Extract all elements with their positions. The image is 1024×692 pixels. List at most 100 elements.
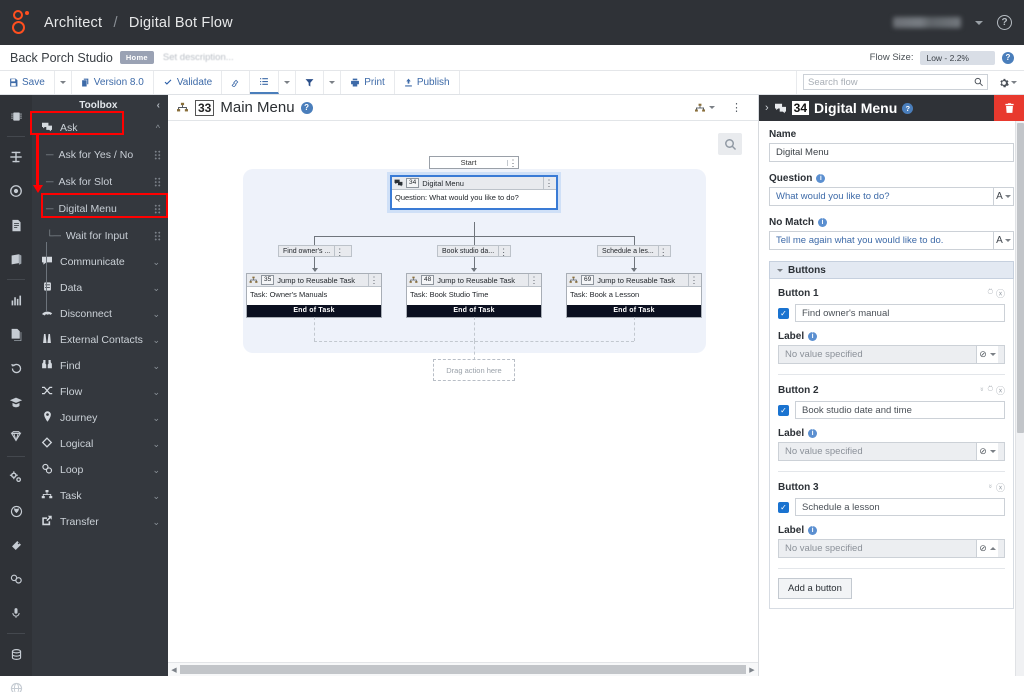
button-2-label-type-toggle[interactable]: ⊘ [976, 443, 998, 460]
drop-zone[interactable]: Drag action here [433, 359, 515, 381]
info-icon[interactable]: i [818, 218, 827, 227]
vertical-dots-icon[interactable]: ⋮ [507, 158, 518, 167]
question-mark-icon[interactable]: ? [902, 102, 914, 114]
tags-icon[interactable] [0, 562, 32, 596]
chevron-right-icon[interactable]: › [765, 102, 769, 114]
remove-icon[interactable]: ⓧ [996, 287, 1005, 300]
toolbox-group-journey[interactable]: Journey ⌄ [32, 405, 168, 431]
properties-vertical-scrollbar[interactable] [1015, 121, 1024, 676]
drag-handle-icon[interactable] [154, 149, 161, 160]
layout-button[interactable] [686, 103, 723, 113]
remove-icon[interactable]: ⓧ [996, 384, 1005, 397]
link-button[interactable] [222, 71, 251, 94]
flow-canvas[interactable]: Start ⋮ 34 Digital Menu ⋮ Question: What… [168, 121, 758, 662]
drag-handle-icon[interactable] [154, 230, 161, 241]
drag-handle-icon[interactable] [154, 176, 161, 187]
move-down-icon[interactable]: ⍥ [988, 287, 993, 300]
diamond-icon[interactable] [0, 419, 32, 453]
breadcrumb-section[interactable]: Digital Bot Flow [129, 15, 233, 31]
list-view-button[interactable] [250, 71, 280, 94]
drag-handle-icon[interactable] [154, 203, 161, 214]
toolbar-settings-button[interactable] [992, 71, 1024, 94]
scroll-track[interactable] [180, 665, 746, 674]
button-1-input[interactable]: Find owner's manual [795, 304, 1005, 322]
save-button[interactable]: Save [0, 71, 55, 94]
chevron-left-icon[interactable]: ‹ [157, 100, 160, 111]
move-down-icon[interactable]: ⍥ [988, 384, 993, 397]
buttons-section-header[interactable]: Buttons [769, 261, 1014, 279]
button-2-checkbox[interactable]: ✓ [778, 404, 789, 416]
question-input[interactable]: What would you like to do? A [769, 187, 1014, 206]
canvas-menu-button[interactable]: ⋮ [723, 102, 750, 113]
scroll-left-arrow-icon[interactable]: ◀ [168, 666, 180, 674]
move-up-icon[interactable]: ⍤ [988, 481, 993, 494]
vertical-dots-icon[interactable]: ⋮ [543, 177, 554, 189]
vertical-dots-icon[interactable]: ⋮ [368, 274, 379, 286]
database-icon[interactable] [0, 637, 32, 671]
target-icon[interactable] [0, 174, 32, 208]
toolbox-group-external-contacts[interactable]: External Contacts ⌄ [32, 327, 168, 353]
toolbox-item-ask-for-slot[interactable]: ─ Ask for Slot [32, 168, 168, 195]
node-start[interactable]: Start ⋮ [429, 156, 519, 169]
node-digital-menu[interactable]: 34 Digital Menu ⋮ Question: What would y… [390, 175, 558, 210]
validate-button[interactable]: Validate [154, 71, 223, 94]
nomatch-input[interactable]: Tell me again what you would like to do.… [769, 231, 1014, 250]
flow-description-placeholder[interactable]: Set description... [163, 52, 234, 63]
settings-gears-icon[interactable] [0, 460, 32, 494]
ticket-icon[interactable] [0, 528, 32, 562]
vertical-dots-icon[interactable]: ⋮ [657, 246, 668, 257]
node-jump-reusable-task-2[interactable]: 48 Jump to Reusable Task ⋮ Task: Book St… [406, 273, 542, 318]
search-input[interactable] [808, 76, 974, 88]
vertical-dots-icon[interactable]: ⋮ [498, 246, 508, 257]
path-label-2[interactable]: Book studio da... ⋮ [437, 245, 511, 257]
path-label-1[interactable]: Find owner's ... ⋮ [278, 245, 352, 257]
delete-node-button[interactable] [994, 95, 1024, 121]
book-icon[interactable] [0, 242, 32, 276]
vertical-dots-icon[interactable]: ⋮ [528, 274, 539, 286]
toolbox-group-flow[interactable]: Flow ⌄ [32, 379, 168, 405]
toolbox-group-transfer[interactable]: Transfer ⌄ [32, 509, 168, 535]
graduation-cap-icon[interactable] [0, 385, 32, 419]
version-button[interactable]: Version 8.0 [72, 71, 154, 94]
button-1-checkbox[interactable]: ✓ [778, 307, 789, 319]
chip-icon[interactable] [0, 99, 32, 133]
info-icon[interactable]: i [808, 332, 818, 341]
toolbox-group-find[interactable]: Find ⌄ [32, 353, 168, 379]
copy-pages-icon[interactable] [0, 317, 32, 351]
question-mark-icon[interactable]: ? [1002, 51, 1014, 64]
print-button[interactable]: Print [341, 71, 395, 94]
toolbox-item-digital-menu[interactable]: ─ Digital Menu [32, 195, 168, 222]
properties-scroll-thumb[interactable] [1017, 123, 1024, 433]
user-name-redacted[interactable] [893, 17, 961, 28]
toolbox-group-task[interactable]: Task ⌄ [32, 483, 168, 509]
toolbox-group-disconnect[interactable]: Disconnect ⌄ [32, 301, 168, 327]
toolbox-group-communicate[interactable]: Communicate ⌄ [32, 249, 168, 275]
path-label-3[interactable]: Schedule a les... ⋮ [597, 245, 671, 257]
button-2-label-input[interactable]: No value specified ⊘ [778, 442, 1005, 461]
node-jump-reusable-task-1[interactable]: 35 Jump to Reusable Task ⋮ Task: Owner's… [246, 273, 382, 318]
microphone-icon[interactable] [0, 596, 32, 630]
list-view-dropdown-button[interactable] [279, 71, 297, 94]
question-expression-toggle[interactable]: A [993, 188, 1013, 205]
toolbox-item-wait-for-input[interactable]: └─ Wait for Input [32, 222, 168, 249]
canvas-horizontal-scrollbar[interactable]: ◀ ▶ [168, 662, 758, 676]
chart-bar-icon[interactable] [0, 283, 32, 317]
toolbox-group-ask[interactable]: Ask ^ [32, 115, 168, 141]
info-icon[interactable]: i [808, 526, 818, 535]
info-icon[interactable]: i [816, 174, 826, 183]
node-jump-reusable-task-3[interactable]: 69 Jump to Reusable Task ⋮ Task: Book a … [566, 273, 702, 318]
button-3-input[interactable]: Schedule a lesson [795, 498, 1005, 516]
nomatch-expression-toggle[interactable]: A [993, 232, 1013, 249]
breadcrumb-app[interactable]: Architect [44, 15, 102, 31]
toolbox-item-ask-for-yes-no[interactable]: ─ Ask for Yes / No [32, 141, 168, 168]
add-button-button[interactable]: Add a button [778, 578, 852, 599]
filter-button[interactable] [296, 71, 325, 94]
question-mark-icon[interactable]: ? [300, 101, 313, 114]
scroll-right-arrow-icon[interactable]: ▶ [746, 666, 758, 674]
info-icon[interactable]: i [808, 429, 818, 438]
name-input[interactable]: Digital Menu [769, 143, 1014, 162]
flow-structure-icon[interactable] [0, 140, 32, 174]
vertical-dots-icon[interactable]: ⋮ [334, 246, 344, 257]
remove-icon[interactable]: ⓧ [996, 481, 1005, 494]
toolbox-group-data[interactable]: Data ⌄ [32, 275, 168, 301]
